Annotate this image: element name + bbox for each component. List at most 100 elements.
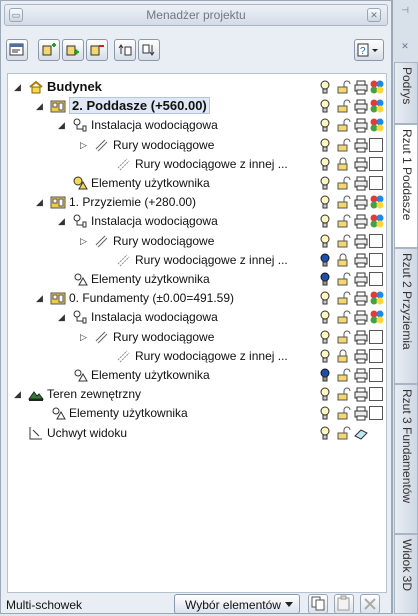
tree-item-label[interactable]: Rury wodociągowe [113, 330, 214, 344]
color-checkbox[interactable] [369, 329, 383, 344]
add-storey-button[interactable] [38, 39, 60, 61]
lock-open-icon[interactable] [335, 213, 351, 229]
visibility-bulb-icon[interactable] [317, 194, 333, 210]
lock-open-icon[interactable] [335, 329, 351, 345]
tree-item-label[interactable]: Budynek [47, 79, 102, 94]
printer-icon[interactable] [353, 367, 369, 383]
visibility-bulb-icon[interactable] [317, 98, 333, 114]
lock-open-icon[interactable] [335, 137, 351, 153]
collapse-arrow-icon[interactable]: ◢ [58, 120, 68, 130]
project-tree[interactable]: ◢ Budynek ◢ 2. Poddasze (+560.00) ◢ Instalacj… [7, 73, 387, 593]
tree-item-label[interactable]: Elementy użytkownika [91, 368, 210, 382]
tree-item-label[interactable]: 0. Fundamenty (±0.00=491.59) [69, 291, 234, 305]
paste-button[interactable] [334, 594, 354, 614]
visibility-bulb-icon[interactable] [317, 79, 333, 95]
tree-row[interactable]: ◢ 0. Fundamenty (±0.00=491.59) [8, 289, 386, 308]
visibility-bulb-icon[interactable] [317, 137, 333, 153]
tab-rzut-3[interactable]: Rzut 3 Fundamentów [394, 384, 418, 534]
printer-icon[interactable] [353, 348, 369, 364]
tree-row[interactable]: Rury wodociągowe z innej ... [8, 251, 386, 270]
pin-icon[interactable]: ⊣ [398, 4, 412, 18]
tree-row[interactable]: Rury wodociągowe z innej ... [8, 155, 386, 174]
printer-icon[interactable] [353, 233, 369, 249]
visibility-bulb-icon[interactable] [317, 175, 333, 191]
printer-icon[interactable] [353, 271, 369, 287]
printer-icon[interactable] [353, 175, 369, 191]
tree-row[interactable]: Elementy użytkownika [8, 366, 386, 385]
printer-icon[interactable] [353, 329, 369, 345]
visibility-bulb-icon[interactable] [317, 156, 333, 172]
color-checkbox[interactable] [369, 368, 383, 382]
color-palette-icon[interactable] [369, 194, 385, 210]
color-checkbox[interactable] [369, 176, 383, 190]
tab-rzut-1[interactable]: Rzut 1 Poddasze [394, 124, 418, 248]
lock-open-icon[interactable] [335, 98, 351, 114]
printer-icon[interactable] [353, 79, 369, 95]
tree-item-label[interactable]: Elementy użytkownika [91, 272, 210, 286]
lock-open-icon[interactable] [335, 79, 351, 95]
tab-rzut-2[interactable]: Rzut 2 Przyziemia [394, 248, 418, 384]
tree-item-label[interactable]: Rury wodociągowe z innej ... [135, 349, 288, 363]
collapse-arrow-icon[interactable]: ◢ [14, 389, 24, 399]
add-layer-button[interactable] [62, 39, 84, 61]
printer-icon[interactable] [353, 309, 369, 325]
lock-open-icon[interactable] [335, 290, 351, 306]
printer-icon[interactable] [353, 137, 369, 153]
delete-button[interactable] [86, 39, 108, 61]
tree-row[interactable]: ◢ 1. Przyziemie (+280.00) [8, 193, 386, 212]
color-palette-icon[interactable] [369, 117, 385, 133]
visibility-bulb-icon[interactable] [317, 405, 333, 421]
color-checkbox[interactable] [369, 156, 383, 171]
visibility-bulb-icon[interactable] [317, 233, 333, 249]
visibility-bulb-off-icon[interactable] [317, 252, 333, 268]
lock-open-icon[interactable] [335, 194, 351, 210]
printer-icon[interactable] [353, 252, 369, 268]
move-down-button[interactable] [138, 39, 160, 61]
lock-closed-icon[interactable] [335, 348, 351, 364]
printer-icon[interactable] [353, 386, 369, 402]
visibility-bulb-icon[interactable] [317, 290, 333, 306]
tree-row[interactable]: Elementy użytkownika [8, 174, 386, 193]
lock-closed-icon[interactable] [335, 156, 351, 172]
visibility-bulb-icon[interactable] [317, 213, 333, 229]
close-icon[interactable]: ✕ [367, 8, 381, 22]
element-selection-dropdown[interactable]: Wybór elementów [174, 594, 300, 614]
visibility-bulb-icon[interactable] [317, 348, 333, 364]
tree-row[interactable]: Elementy użytkownika [8, 404, 386, 423]
tree-item-label[interactable]: Rury wodociągowe [113, 138, 214, 152]
color-palette-icon[interactable] [369, 79, 385, 95]
color-palette-icon[interactable] [369, 213, 385, 229]
tree-row[interactable]: Uchwyt widoku [8, 424, 386, 443]
tree-item-label[interactable]: Rury wodociągowe [113, 234, 214, 248]
expand-arrow-icon[interactable]: ▷ [80, 140, 90, 150]
collapse-arrow-icon[interactable]: ◢ [58, 216, 68, 226]
tree-row[interactable]: Rury wodociągowe z innej ... [8, 347, 386, 366]
collapse-arrow-icon[interactable]: ◢ [36, 197, 46, 207]
visibility-bulb-icon[interactable] [317, 117, 333, 133]
visibility-bulb-off-icon[interactable] [317, 367, 333, 383]
color-checkbox[interactable] [369, 348, 383, 363]
lock-open-icon[interactable] [335, 271, 351, 287]
collapse-arrow-icon[interactable]: ◢ [36, 293, 46, 303]
tree-item-label[interactable]: Rury wodociągowe z innej ... [135, 157, 288, 171]
visibility-bulb-icon[interactable] [317, 329, 333, 345]
tree-item-label[interactable]: Elementy użytkownika [69, 406, 188, 420]
visibility-bulb-icon[interactable] [317, 386, 333, 402]
lock-open-icon[interactable] [335, 309, 351, 325]
tree-row[interactable]: ▷ Rury wodociągowe [8, 136, 386, 155]
tree-row[interactable]: ◢ Instalacja wodociągowa [8, 212, 386, 231]
tree-row[interactable]: Elementy użytkownika [8, 270, 386, 289]
title-bar[interactable]: ▭ Menadżer projektu ✕ [4, 4, 388, 26]
tree-item-label[interactable]: Elementy użytkownika [91, 176, 210, 190]
project-properties-button[interactable] [6, 39, 28, 61]
tab-widok-3d[interactable]: Widok 3D [394, 534, 418, 614]
printer-icon[interactable] [353, 290, 369, 306]
printer-icon[interactable] [353, 98, 369, 114]
tree-item-label[interactable]: 2. Poddasze (+560.00) [69, 97, 210, 115]
eraser-icon[interactable] [353, 425, 369, 441]
printer-icon[interactable] [353, 156, 369, 172]
visibility-bulb-icon[interactable] [317, 309, 333, 325]
tree-item-label[interactable]: 1. Przyziemie (+280.00) [69, 195, 196, 209]
collapse-arrow-icon[interactable]: ◢ [14, 82, 24, 92]
visibility-bulb-off-icon[interactable] [317, 271, 333, 287]
